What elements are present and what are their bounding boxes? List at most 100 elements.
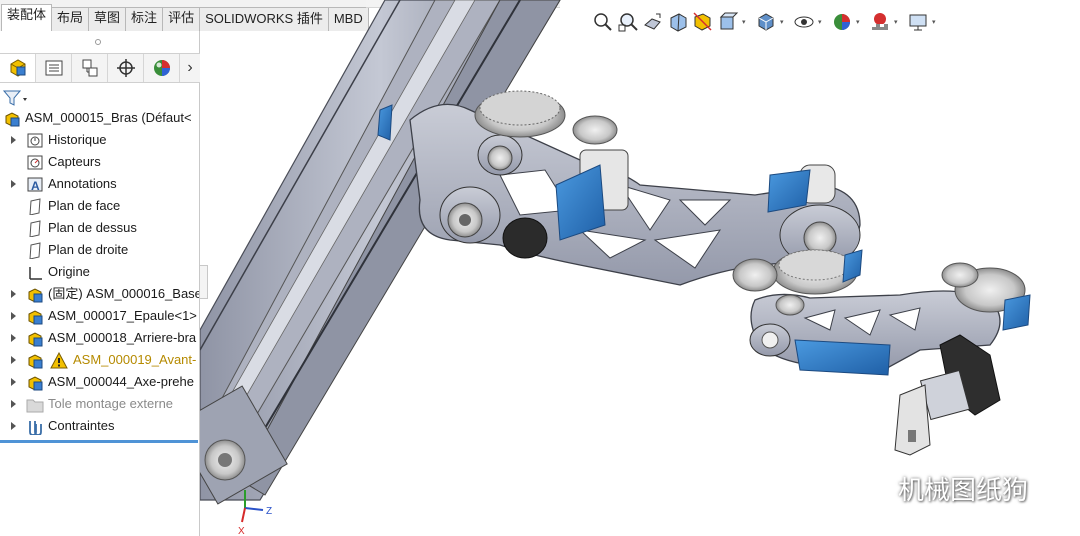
tree-item-label: ASM_000017_Epaule<1> — [48, 308, 197, 323]
featuremanager-tab[interactable] — [0, 54, 36, 82]
section-view-icon — [670, 13, 687, 32]
wechat-logo-icon — [857, 475, 891, 501]
view-orientation-dropdown-icon[interactable]: ▾ — [742, 18, 748, 26]
subassembly-icon — [28, 376, 43, 391]
heads-up-view-toolbar: ▾ ▾ ▾ ▾ ▾ ▾ — [592, 9, 942, 35]
subassembly-icon — [28, 332, 43, 347]
tab-3[interactable]: 标注 — [125, 7, 164, 31]
tree-item[interactable]: Tole montage externe — [0, 393, 199, 415]
tab-1[interactable]: 布局 — [51, 7, 90, 31]
annotations-icon: A — [27, 177, 43, 193]
filter-icon[interactable] — [2, 89, 28, 107]
dynamic-annotation-button[interactable] — [692, 11, 714, 33]
tree-end-bar — [0, 440, 198, 443]
expand-arrow-icon[interactable] — [11, 400, 16, 408]
view-settings-icon — [909, 14, 927, 31]
tree-item[interactable]: Origine — [0, 261, 199, 283]
display-style-icon — [758, 13, 774, 31]
hide-show-items-dropdown-icon[interactable]: ▾ — [818, 18, 824, 26]
expand-arrow-icon[interactable] — [11, 378, 16, 386]
tree-item[interactable]: ASM_000044_Axe-prehe — [0, 371, 199, 393]
tree-item[interactable]: ASM_000015_Bras (Défaut< — [0, 107, 199, 129]
more-tabs-icon[interactable]: › — [180, 54, 200, 82]
tree-item[interactable]: ASM_000019_Avant- — [0, 349, 199, 371]
tree-item[interactable]: Contraintes — [0, 415, 199, 437]
configurationmanager-icon — [82, 59, 97, 77]
tree-item[interactable]: ASM_000017_Epaule<1> — [0, 305, 199, 327]
featuremanager-icon — [10, 59, 25, 77]
linear-rail[interactable] — [172, 0, 561, 505]
previous-view-button[interactable] — [642, 11, 664, 33]
expand-arrow-icon[interactable] — [11, 334, 16, 342]
tab-4[interactable]: 评估 — [162, 7, 201, 31]
origin-icon — [29, 267, 42, 280]
expand-arrow-icon[interactable] — [11, 180, 16, 188]
edit-appearance-button[interactable] — [831, 11, 853, 33]
assembly-icon — [5, 112, 20, 127]
tree-item[interactable]: Plan de droite — [0, 239, 199, 261]
triad-z-label: Z — [266, 506, 272, 517]
panel-collapse-grip[interactable] — [199, 265, 208, 299]
tree-item[interactable]: Capteurs — [0, 151, 199, 173]
propertymanager-icon — [45, 60, 62, 76]
expand-arrow-icon[interactable] — [11, 356, 16, 364]
hide-show-items-button[interactable] — [793, 11, 815, 33]
history-icon — [27, 133, 43, 148]
tree-item-label: ASM_000019_Avant- — [73, 352, 197, 367]
tree-filter[interactable] — [2, 87, 198, 109]
tab-2[interactable]: 草图 — [88, 7, 127, 31]
apply-scene-dropdown-icon[interactable]: ▾ — [894, 18, 900, 26]
view-settings-dropdown-icon[interactable]: ▾ — [932, 18, 938, 26]
tree-item-label: ASM_000018_Arriere-bra — [48, 330, 197, 345]
tree-item-label: Plan de face — [48, 198, 121, 213]
view-orientation-button[interactable] — [717, 11, 739, 33]
zoom-to-fit-icon — [594, 13, 612, 31]
mates-icon — [29, 421, 42, 435]
expand-arrow-icon[interactable] — [11, 290, 16, 298]
display-style-button[interactable] — [755, 11, 777, 33]
expand-arrow-icon[interactable] — [11, 312, 16, 320]
hide-show-items-icon — [794, 16, 814, 28]
solidworks-window: 装配体 布局 草图 标注 评估 SOLIDWORKS 插件 MBD Z X ▾ … — [0, 0, 1080, 536]
tree-item[interactable]: (固定) ASM_000016_Base — [0, 283, 199, 305]
dynamic-annotation-icon — [693, 12, 712, 31]
view-settings-button[interactable] — [907, 11, 929, 33]
zoom-to-area-button[interactable] — [617, 11, 639, 33]
propertymanager-tab[interactable] — [36, 54, 72, 82]
panel-grip-icon[interactable] — [95, 39, 101, 45]
tree-item-label: Contraintes — [48, 418, 115, 433]
warning-icon — [50, 352, 68, 369]
tree-item[interactable]: Plan de dessus — [0, 217, 199, 239]
sensors-icon — [27, 155, 43, 170]
apply-scene-button[interactable] — [869, 11, 891, 33]
edit-appearance-icon — [834, 14, 850, 30]
tree-item[interactable]: Historique — [0, 129, 199, 151]
edit-appearance-dropdown-icon[interactable]: ▾ — [856, 18, 862, 26]
tab-0[interactable]: 装配体 — [1, 4, 53, 31]
subassembly-icon — [28, 354, 43, 369]
plane-icon — [29, 220, 41, 237]
tree-item-label: Historique — [48, 132, 107, 147]
display-style-dropdown-icon[interactable]: ▾ — [780, 18, 786, 26]
displaymanager-icon — [153, 60, 170, 76]
graphics-area[interactable]: Z X — [172, 0, 1080, 536]
expand-arrow-icon[interactable] — [11, 136, 16, 144]
tree-item-label: (固定) ASM_000016_Base — [48, 286, 199, 301]
zoom-to-area-icon — [618, 13, 638, 32]
tree-item[interactable]: ASM_000018_Arriere-bra — [0, 327, 199, 349]
tree-item[interactable]: Plan de face — [0, 195, 199, 217]
subassembly-icon — [28, 310, 43, 325]
subassembly-icon — [28, 288, 43, 303]
dimxpert-tab[interactable] — [108, 54, 144, 82]
tree-item[interactable]: A Annotations — [0, 173, 199, 195]
tree-item-label: ASM_000015_Bras (Défaut< — [25, 110, 192, 125]
section-view-button[interactable] — [667, 11, 689, 33]
zoom-to-fit-button[interactable] — [592, 11, 614, 33]
tree-item-label: ASM_000044_Axe-prehe — [48, 374, 194, 389]
displaymanager-tab[interactable] — [144, 54, 180, 82]
configurationmanager-tab[interactable] — [72, 54, 108, 82]
expand-arrow-icon[interactable] — [11, 422, 16, 430]
plane-icon — [29, 242, 41, 259]
dimxpert-icon — [116, 59, 135, 77]
robot-arm-model[interactable]: Z X — [172, 0, 1080, 536]
